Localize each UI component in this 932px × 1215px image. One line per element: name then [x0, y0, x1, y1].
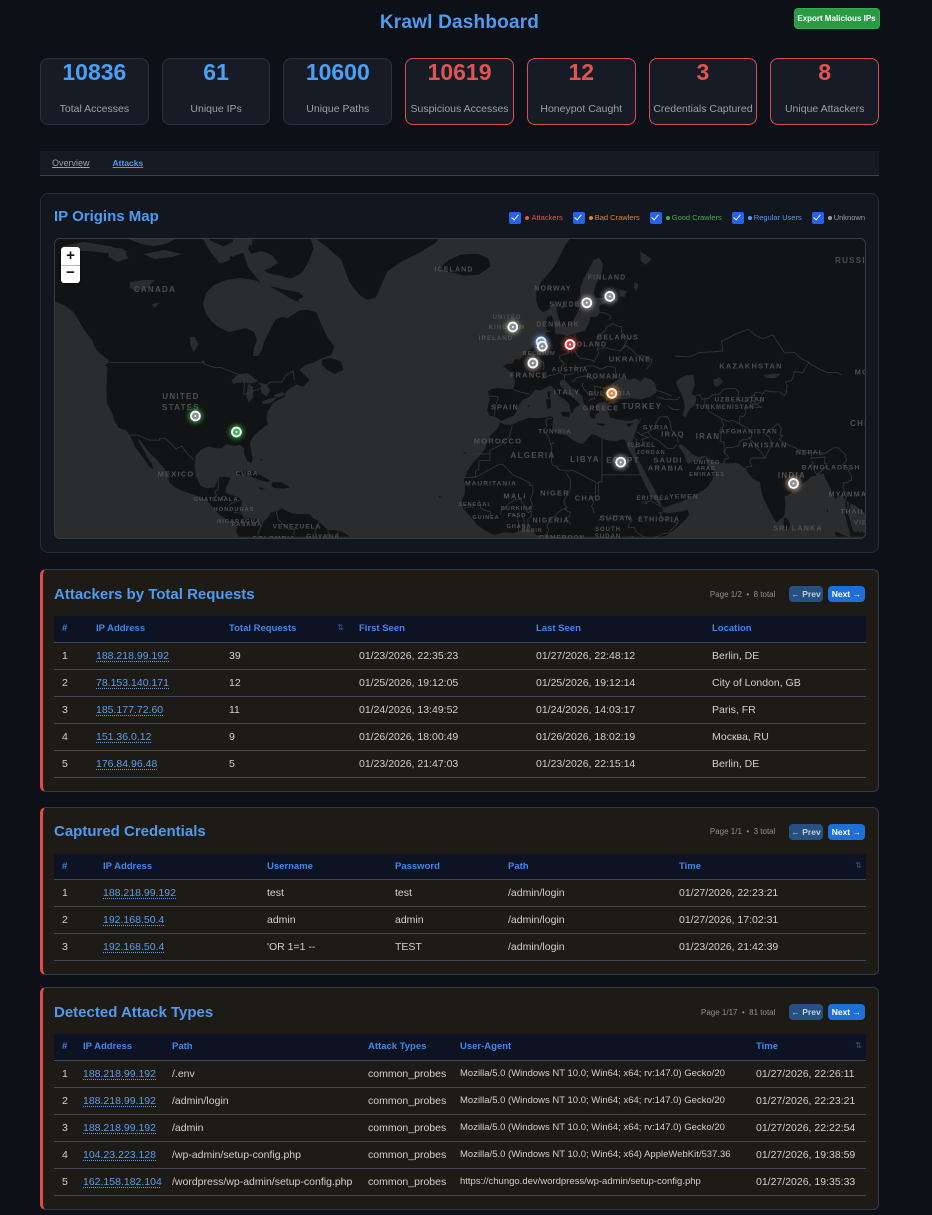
svg-text:GREECE: GREECE: [583, 406, 619, 413]
svg-text:SOUTH: SOUTH: [595, 527, 621, 533]
svg-text:SUDAN: SUDAN: [600, 514, 633, 523]
svg-text:LIBYA: LIBYA: [570, 455, 600, 464]
svg-text:VENEZUELA: VENEZUELA: [273, 523, 322, 530]
svg-text:ALGERIA: ALGERIA: [511, 451, 556, 460]
svg-text:CHAD: CHAD: [575, 494, 601, 503]
svg-text:AUSTRIA: AUSTRIA: [552, 366, 589, 373]
svg-text:NEPAL: NEPAL: [796, 449, 824, 456]
svg-text:MONGOLIA: MONGOLIA: [855, 368, 866, 377]
svg-text:ERITREA: ERITREA: [636, 496, 669, 502]
svg-text:SUDAN: SUDAN: [595, 534, 621, 539]
svg-text:BELARUS: BELARUS: [597, 335, 639, 342]
svg-text:DENMARK: DENMARK: [536, 322, 580, 329]
svg-text:MAURITANIA: MAURITANIA: [465, 480, 517, 487]
svg-text:THAILAND: THAILAND: [840, 508, 866, 515]
svg-text:CUBA: CUBA: [236, 470, 259, 477]
svg-text:NICARAGUA: NICARAGUA: [217, 519, 261, 525]
svg-text:TURKEY: TURKEY: [622, 402, 663, 411]
svg-text:GUINEA: GUINEA: [472, 515, 499, 521]
svg-text:UZBEKISTAN: UZBEKISTAN: [715, 396, 766, 403]
svg-text:HONDURAS: HONDURAS: [214, 507, 255, 513]
svg-text:RUSSIA: RUSSIA: [835, 256, 866, 265]
svg-text:ISRAEL: ISRAEL: [628, 443, 656, 449]
svg-text:ITALY: ITALY: [554, 388, 580, 397]
svg-text:SPAIN: SPAIN: [491, 403, 519, 412]
svg-text:BANGLADESH: BANGLADESH: [802, 464, 861, 471]
svg-text:UNITED: UNITED: [493, 314, 522, 321]
svg-text:TUNISIA: TUNISIA: [538, 428, 572, 435]
svg-text:CANADA: CANADA: [134, 285, 176, 294]
svg-text:IRAN: IRAN: [696, 432, 721, 441]
svg-text:CHINA: CHINA: [850, 419, 866, 428]
svg-text:GUYANA: GUYANA: [306, 533, 340, 539]
svg-text:BURKINA: BURKINA: [501, 506, 533, 512]
svg-text:KAZAKHSTAN: KAZAKHSTAN: [719, 362, 783, 371]
svg-text:ARABIA: ARABIA: [648, 464, 684, 473]
svg-text:SENEGAL: SENEGAL: [458, 502, 491, 508]
svg-text:BENIN: BENIN: [521, 528, 542, 534]
svg-text:UNITED: UNITED: [162, 392, 199, 401]
svg-text:AFGHANISTAN: AFGHANISTAN: [720, 428, 777, 435]
svg-text:FASO: FASO: [508, 513, 527, 519]
svg-text:CAMEROON: CAMEROON: [539, 534, 585, 539]
svg-text:IRELAND: IRELAND: [479, 335, 513, 342]
svg-text:FINLAND: FINLAND: [588, 275, 627, 282]
svg-text:ROMANIA: ROMANIA: [586, 374, 627, 381]
svg-text:MOROCCO: MOROCCO: [474, 437, 522, 446]
svg-text:MALI: MALI: [503, 492, 526, 501]
svg-text:VIETNAM: VIETNAM: [854, 519, 866, 526]
svg-text:ICELAND: ICELAND: [435, 267, 474, 274]
svg-text:NIGERIA: NIGERIA: [532, 518, 569, 525]
svg-text:COLOMBIA: COLOMBIA: [252, 535, 296, 539]
svg-text:MEXICO: MEXICO: [158, 470, 195, 479]
svg-text:FRANCE: FRANCE: [510, 371, 548, 380]
svg-text:YEMEN: YEMEN: [669, 493, 699, 500]
svg-text:GUATEMALA: GUATEMALA: [194, 497, 239, 503]
svg-text:EMIRATES: EMIRATES: [689, 472, 725, 478]
svg-text:UKRAINE: UKRAINE: [609, 355, 652, 364]
svg-text:SYRIA: SYRIA: [643, 424, 669, 431]
svg-text:TURKMENISTAN: TURKMENISTAN: [695, 405, 754, 411]
svg-text:NORWAY: NORWAY: [534, 286, 571, 293]
svg-text:SRI LANKA: SRI LANKA: [773, 524, 822, 533]
svg-text:MYANMAR: MYANMAR: [829, 490, 866, 499]
svg-text:NIGER: NIGER: [540, 489, 570, 498]
svg-text:PAKISTAN: PAKISTAN: [743, 441, 788, 450]
svg-text:ETHIOPIA: ETHIOPIA: [638, 517, 680, 524]
